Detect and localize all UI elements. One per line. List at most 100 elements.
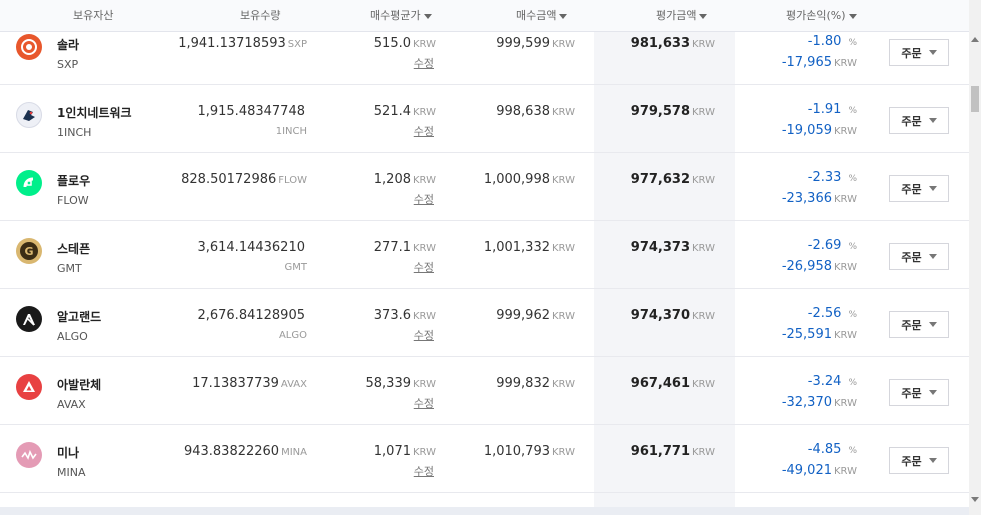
rate-text: -4.85 [807, 442, 842, 457]
val-text: 974,373 [630, 240, 690, 255]
pl-text: -49,021 [781, 463, 832, 478]
order-dropdown-button[interactable]: 주문 [889, 311, 949, 338]
val-text: 981,633 [630, 36, 690, 51]
krw-text: KRW [692, 447, 715, 458]
percent-text: % [848, 378, 857, 388]
header-qty: 보유수량 [240, 9, 281, 22]
holding-row-flow: 플로우 FLOW 828.50172986 FLOW 1,208 KRW 수정 1,… [0, 153, 969, 221]
horizontal-scrollbar[interactable] [0, 507, 969, 515]
avg-text: 1,208 [373, 172, 411, 187]
edit-avg-price-link[interactable]: 수정 [414, 463, 434, 479]
krw-text: KRW [692, 107, 715, 118]
rate-text: -2.56 [807, 306, 842, 321]
holding-quantity: 3,614.14436210 [197, 240, 307, 255]
qty-text: 17.13837739 [192, 376, 279, 391]
holding-quantity: 1,915.48347748 [197, 104, 307, 119]
profit-rate: -1.80% [808, 34, 857, 49]
edit-avg-price-link[interactable]: 수정 [414, 191, 434, 207]
percent-text: % [848, 38, 857, 48]
profit-rate: -4.85% [808, 442, 857, 457]
sort-arrow-icon [559, 13, 568, 19]
krw-text: KRW [552, 447, 575, 458]
scroll-down-icon[interactable] [971, 497, 979, 502]
pl-text: -23,366 [781, 191, 832, 206]
buy-text: 1,010,793 [483, 444, 550, 459]
svg-text:G: G [24, 245, 33, 258]
sort-profit-loss[interactable]: 평가손익(%) [786, 0, 857, 32]
quantity-unit: AVAX [280, 379, 307, 390]
order-dropdown-button[interactable]: 주문 [889, 107, 949, 134]
chevron-down-icon [928, 254, 937, 259]
profit-rate: -3.24% [808, 374, 857, 389]
edit-avg-price-link[interactable]: 수정 [414, 55, 434, 71]
edit-avg-price-link[interactable]: 수정 [414, 259, 434, 275]
profit-rate: -2.33% [808, 170, 857, 185]
buy-amount: 999,962 KRW [496, 308, 575, 323]
qty-text: 1,941.13718593 [178, 36, 286, 51]
holding-quantity: 1,941.13718593 SXP [178, 36, 307, 51]
holding-quantity: 17.13837739 AVAX [192, 376, 307, 391]
avg-text: 373.6 [373, 308, 411, 323]
coin-name[interactable]: 솔라 [57, 36, 79, 53]
1inch-icon [16, 102, 42, 128]
edit-avg-price-link[interactable]: 수정 [414, 123, 434, 139]
coin-name[interactable]: 아발란체 [57, 376, 101, 393]
profit-rate: -2.69% [808, 238, 857, 253]
percent-text: % [848, 242, 857, 252]
krw-text: KRW [552, 311, 575, 322]
order-dropdown-button[interactable]: 주문 [889, 447, 949, 474]
order-dropdown-button[interactable]: 주문 [889, 243, 949, 270]
avg-buy-price: 373.6 KRW [374, 308, 436, 323]
qty-text: 943.83822260 [183, 444, 280, 459]
algo-icon [16, 306, 42, 332]
holdings-panel: 보유자산 보유수량 매수평균가 매수금액 평가금액 평가손익(%) 솔라 SXP… [0, 0, 981, 515]
coin-name[interactable]: 1인치네트워크 [57, 104, 132, 121]
percent-text: % [848, 174, 857, 184]
eval-amount: 977,632 KRW [631, 172, 715, 187]
scroll-up-icon[interactable] [971, 37, 979, 42]
eval-amount: 967,461 KRW [631, 376, 715, 391]
holding-row-avax: 아발란체 AVAX 17.13837739 AVAX 58,339 KRW 수정 9… [0, 357, 969, 425]
coin-name[interactable]: 스테픈 [57, 240, 90, 257]
scroll-thumb[interactable] [971, 86, 979, 112]
percent-text: % [848, 106, 857, 116]
krw-text: KRW [834, 194, 857, 205]
percent-text: % [848, 446, 857, 456]
gmt-icon: G [16, 238, 42, 264]
edit-avg-price-link[interactable]: 수정 [414, 395, 434, 411]
holding-row-mina: 미나 MINA 943.83822260 MINA 1,071 KRW 수정 1,0… [0, 425, 969, 493]
coin-name[interactable]: 미나 [57, 444, 79, 461]
holding-quantity: 943.83822260 MINA [184, 444, 307, 459]
krw-text: KRW [552, 379, 575, 390]
krw-text: KRW [413, 39, 436, 50]
coin-name[interactable]: 알고랜드 [57, 308, 101, 325]
krw-text: KRW [552, 39, 575, 50]
krw-text: KRW [834, 126, 857, 137]
coin-symbol: FLOW [57, 194, 89, 207]
order-text: 주문 [901, 250, 922, 264]
krw-text: KRW [834, 58, 857, 69]
order-text: 주문 [901, 46, 922, 60]
sort-arrow-icon [699, 13, 708, 19]
order-dropdown-button[interactable]: 주문 [889, 379, 949, 406]
order-dropdown-button[interactable]: 주문 [889, 39, 949, 66]
avg-buy-price: 277.1 KRW [374, 240, 436, 255]
order-dropdown-button[interactable]: 주문 [889, 175, 949, 202]
holding-quantity: 2,676.84128905 [197, 308, 307, 323]
edit-avg-price-link[interactable]: 수정 [414, 327, 434, 343]
buy-text: 998,638 [496, 104, 550, 119]
krw-text: KRW [413, 379, 436, 390]
sort-eval-amount[interactable]: 평가금액 [656, 0, 708, 32]
coin-name[interactable]: 플로우 [57, 172, 90, 189]
order-text: 주문 [901, 318, 922, 332]
vertical-scrollbar[interactable] [969, 0, 981, 515]
header-asset: 보유자산 [73, 9, 114, 22]
chevron-down-icon [928, 186, 937, 191]
pl-text: -26,958 [781, 259, 832, 274]
krw-text: KRW [692, 39, 715, 50]
sort-avg-price[interactable]: 매수평균가 [370, 0, 432, 32]
chevron-down-icon [928, 322, 937, 327]
pl-text: -25,591 [781, 327, 832, 342]
sort-buy-amount[interactable]: 매수금액 [516, 0, 568, 32]
holding-row-sxp: 솔라 SXP 1,941.13718593 SXP 515.0 KRW 수정 999… [0, 32, 969, 85]
